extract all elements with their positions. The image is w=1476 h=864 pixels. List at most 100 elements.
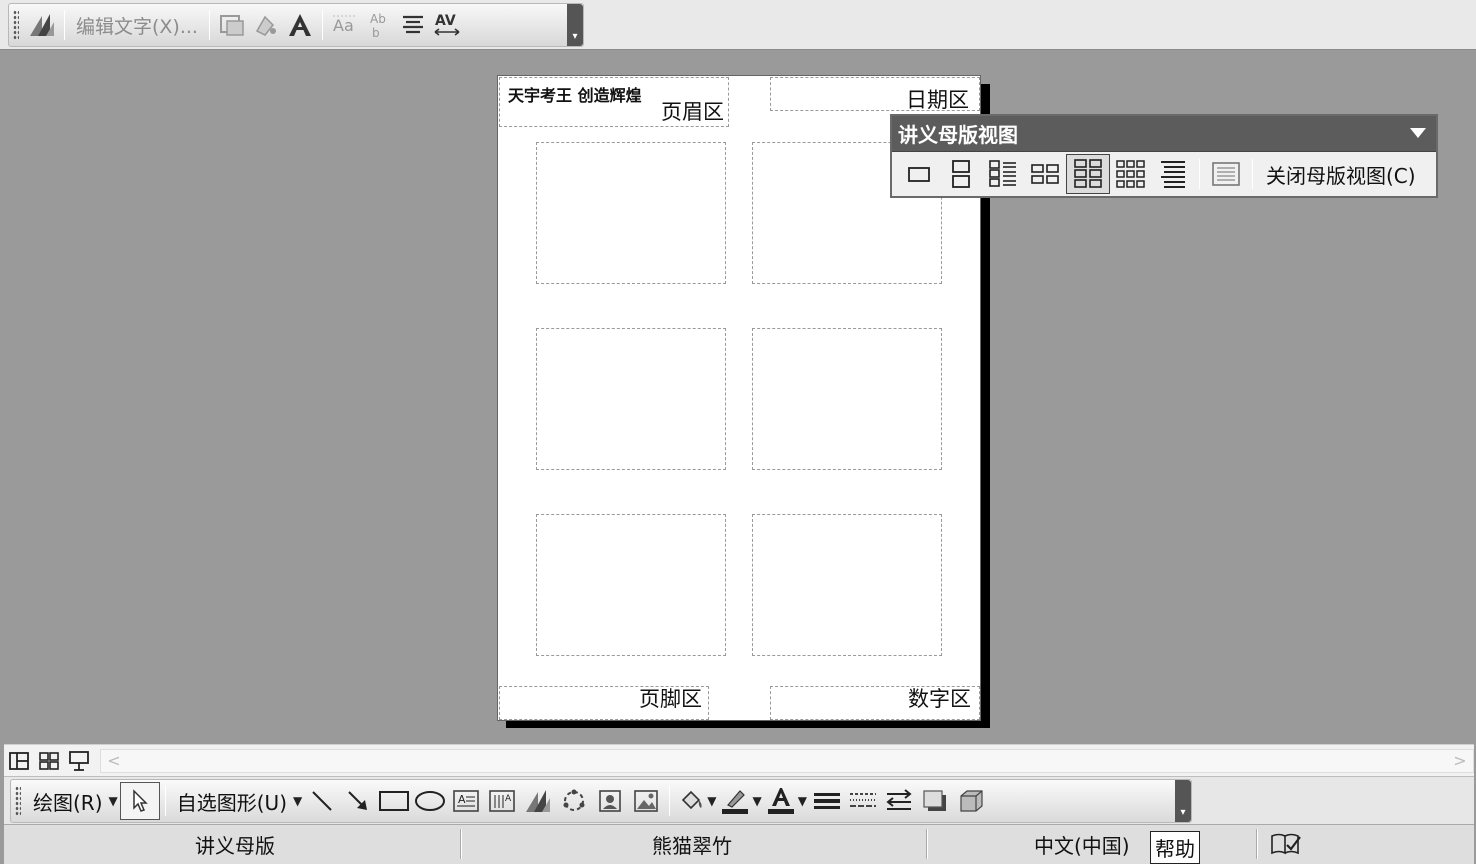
header-placeholder[interactable]: 天宇考王 创造辉煌 页眉区 (499, 77, 729, 127)
number-placeholder[interactable]: 数字区 (770, 686, 980, 720)
svg-text:Aa: Aa (333, 16, 354, 35)
text-box-icon[interactable]: A (448, 782, 484, 820)
handout-master-toolbar: 讲义母版视图 关闭母版视图(C) (890, 114, 1438, 198)
insert-picture-icon[interactable] (628, 782, 664, 820)
six-slides-per-page-icon[interactable] (1066, 154, 1110, 194)
view-switcher-bar: < > (4, 744, 1474, 776)
outline-view-icon[interactable] (1152, 154, 1194, 194)
toolbar-separator (1199, 159, 1200, 189)
toolbar-grip-icon[interactable] (13, 10, 19, 40)
date-placeholder[interactable]: 日期区 (770, 77, 980, 112)
wordart-vertical-text-icon[interactable]: Ab b (362, 7, 396, 43)
wordart-toolbar: 编辑文字(X)... Aa Ab b AV ▾ (8, 3, 584, 47)
cursor-arrow-icon (133, 789, 148, 812)
chevron-down-icon: ▼ (293, 794, 303, 808)
wordart-same-letter-heights-icon[interactable]: Aa (328, 7, 362, 43)
insert-clip-art-icon[interactable] (592, 782, 628, 820)
footer-zone-label: 页脚区 (639, 687, 702, 711)
chevron-down-icon: ▼ (707, 794, 717, 808)
wordart-alignment-icon[interactable] (396, 7, 430, 43)
select-objects-button[interactable] (119, 782, 160, 820)
slide-placeholder[interactable] (536, 328, 726, 470)
svg-text:b: b (372, 26, 380, 39)
scroll-right-icon[interactable]: > (1449, 752, 1471, 770)
draw-menu-button[interactable]: 绘图(R) ▼ (27, 782, 120, 820)
toolbar-separator (164, 786, 166, 816)
scroll-left-icon[interactable]: < (103, 752, 125, 770)
handout-master-layout-icon[interactable] (1205, 154, 1247, 194)
format-wordart-icon[interactable] (249, 7, 283, 43)
toolbar-dropdown-icon[interactable] (1410, 128, 1426, 138)
edit-text-button[interactable]: 编辑文字(X)... (70, 12, 204, 39)
autoshapes-menu-button[interactable]: 自选图形(U) ▼ (171, 782, 304, 820)
status-language: 中文(中国) (1034, 833, 1130, 858)
top-toolbar-strip: 编辑文字(X)... Aa Ab b AV ▾ (0, 0, 1476, 50)
toolbar-grip-icon[interactable] (15, 786, 21, 816)
status-divider (926, 829, 928, 859)
normal-view-icon[interactable] (4, 747, 34, 775)
header-zone-label: 页眉区 (661, 100, 724, 124)
status-divider (1256, 829, 1258, 859)
slide-placeholder[interactable] (536, 142, 726, 284)
fill-color-button[interactable]: ▼ (675, 782, 718, 820)
help-tooltip: 帮助 (1150, 831, 1200, 864)
line-tool-icon[interactable] (304, 782, 340, 820)
slide-placeholder[interactable] (752, 514, 942, 656)
status-view-name: 讲义母版 (195, 833, 275, 858)
toolbar-separator (669, 786, 671, 816)
toolbar-options-icon[interactable]: ▾ (1175, 780, 1191, 822)
toolbar-options-icon[interactable]: ▾ (567, 4, 583, 46)
insert-wordart-icon[interactable] (25, 7, 59, 43)
drawing-toolbar-strip: 绘图(R) ▼ 自选图形(U) ▼ A A ▼ ▼ ▼ ▾ (4, 776, 1474, 824)
svg-text:A: A (505, 794, 512, 804)
slide-placeholder[interactable] (536, 514, 726, 656)
toolbar-separator (64, 10, 65, 40)
three-slides-per-page-icon[interactable] (982, 154, 1024, 194)
wordart-shape-icon[interactable] (283, 7, 317, 43)
toolbar-separator (1252, 159, 1253, 189)
slide-placeholder[interactable] (752, 328, 942, 470)
horizontal-scrollbar[interactable]: < > (100, 749, 1474, 773)
status-divider (460, 829, 462, 859)
svg-text:AV: AV (435, 13, 456, 29)
line-style-icon[interactable] (809, 782, 845, 820)
chevron-down-icon: ▼ (797, 794, 807, 808)
drawing-toolbar: 绘图(R) ▼ 自选图形(U) ▼ A A ▼ ▼ ▼ ▾ (10, 779, 1192, 823)
status-bar: 讲义母版 熊猫翠竹 中文(中国) 帮助 (4, 824, 1474, 864)
insert-wordart-icon[interactable] (520, 782, 556, 820)
handout-layout-buttons: 关闭母版视图(C) (892, 152, 1436, 196)
dash-style-icon[interactable] (845, 782, 881, 820)
four-slides-per-page-icon[interactable] (1024, 154, 1066, 194)
chevron-down-icon: ▼ (752, 794, 762, 808)
draw-menu-label: 绘图(R) (33, 790, 103, 815)
line-color-button[interactable]: ▼ (718, 782, 763, 820)
shadow-style-icon[interactable] (917, 782, 953, 820)
wordart-character-spacing-icon[interactable]: AV (430, 7, 464, 43)
arrow-style-icon[interactable] (881, 782, 917, 820)
number-zone-label: 数字区 (908, 687, 971, 711)
header-text: 天宇考王 创造辉煌 (508, 86, 642, 105)
autoshapes-menu-label: 自选图形(U) (176, 790, 287, 815)
wordart-gallery-icon[interactable] (215, 7, 249, 43)
toolbar-separator (208, 10, 210, 40)
slide-show-view-icon[interactable] (64, 747, 94, 775)
toolbar-separator (321, 10, 323, 40)
spelling-check-icon[interactable] (1266, 827, 1306, 861)
svg-text:Ab: Ab (370, 12, 386, 26)
vertical-text-box-icon[interactable]: A (484, 782, 520, 820)
slide-sorter-view-icon[interactable] (34, 747, 64, 775)
font-color-button[interactable]: ▼ (764, 782, 809, 820)
footer-placeholder[interactable]: 页脚区 (499, 686, 709, 720)
date-zone-label: 日期区 (906, 88, 969, 112)
handout-master-toolbar-title[interactable]: 讲义母版视图 (892, 116, 1436, 152)
close-master-view-button[interactable]: 关闭母版视图(C) (1258, 160, 1424, 189)
one-slide-per-page-icon[interactable] (898, 154, 940, 194)
two-slides-per-page-icon[interactable] (940, 154, 982, 194)
rectangle-tool-icon[interactable] (376, 782, 412, 820)
nine-slides-per-page-icon[interactable] (1110, 154, 1152, 194)
3d-style-icon[interactable] (953, 782, 989, 820)
oval-tool-icon[interactable] (412, 782, 448, 820)
arrow-tool-icon[interactable] (340, 782, 376, 820)
handout-master-title-text: 讲义母版视图 (898, 123, 1018, 147)
insert-diagram-icon[interactable] (556, 782, 592, 820)
